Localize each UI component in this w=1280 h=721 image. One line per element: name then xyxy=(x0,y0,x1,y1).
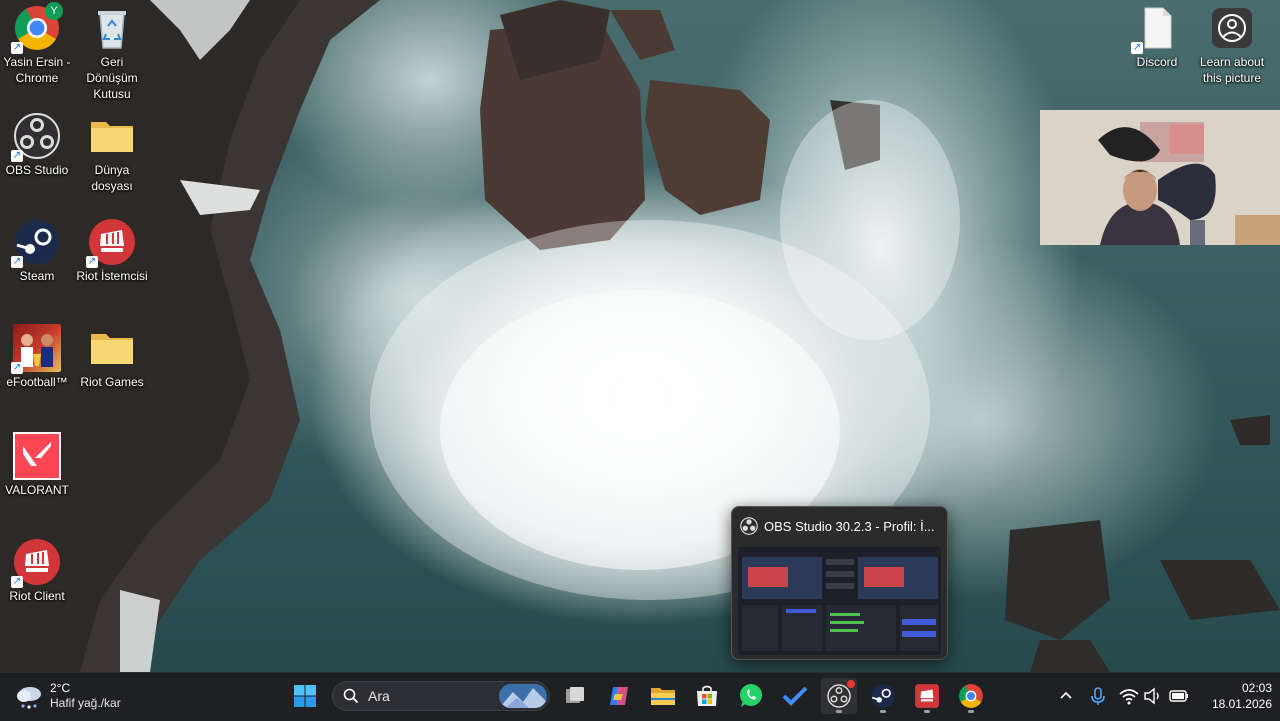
obs-preview-title: OBS Studio 30.2.3 - Profil: İ... xyxy=(764,518,935,534)
desktop-icon-folder[interactable]: Dünya dosyası xyxy=(74,112,150,194)
obs-icon xyxy=(827,684,851,708)
desktop-wallpaper xyxy=(0,0,1280,672)
whatsapp-icon xyxy=(740,684,762,707)
taskbar-task-view[interactable] xyxy=(557,678,593,714)
desktop-icon-label: Riot Client xyxy=(9,589,65,603)
profile-badge: Y xyxy=(45,2,63,20)
desktop-icon-label: Yasin Ersin - Chrome xyxy=(3,55,71,85)
taskbar-microsoft-store[interactable] xyxy=(689,678,725,714)
wifi-icon[interactable] xyxy=(1118,684,1140,708)
windows-start-icon xyxy=(294,685,316,707)
desktop-icon-valorant[interactable]: VALORANT xyxy=(0,432,75,498)
desktop-icon-label: Geri Dönüşüm Kutusu xyxy=(86,55,138,101)
recording-indicator-icon xyxy=(847,680,855,688)
battery-icon[interactable] xyxy=(1168,684,1190,708)
desktop-icon-label: Riot İstemcisi xyxy=(76,269,148,283)
weather-temp: 2°C xyxy=(50,681,71,695)
obs-icon xyxy=(740,517,758,535)
desktop-icon-label: eFootball™ xyxy=(6,375,68,389)
recycle-bin-icon xyxy=(88,4,136,52)
desktop-icon-obs[interactable]: ↗ OBS Studio xyxy=(0,112,75,178)
obs-preview-titlebar: OBS Studio 30.2.3 - Profil: İ... xyxy=(732,507,947,545)
shortcut-arrow-icon: ↗ xyxy=(11,42,23,54)
copilot-icon xyxy=(610,687,628,705)
desktop-icon-chrome-profile[interactable]: Y ↗ Yasin Ersin - Chrome xyxy=(0,2,75,86)
running-indicator xyxy=(968,710,974,713)
clock[interactable]: 02:03 18.01.2026 xyxy=(1192,680,1272,712)
desktop-icon-efootball[interactable]: ↗ eFootball™ xyxy=(0,324,75,390)
riot-icon: ↗ xyxy=(86,218,136,268)
obs-window-thumbnail xyxy=(738,547,941,655)
microphone-icon[interactable] xyxy=(1086,684,1110,708)
desktop-icon-label: Dünya dosyası xyxy=(91,163,133,193)
file-icon: ↗ xyxy=(1131,4,1181,54)
valorant-icon xyxy=(13,432,61,480)
efootball-icon: ↗ xyxy=(11,324,61,374)
clock-date: 18.01.2026 xyxy=(1211,697,1272,711)
taskbar-whatsapp[interactable] xyxy=(733,678,769,714)
task-view-icon xyxy=(566,687,584,703)
weather-widget[interactable]: 2°C Hafif yağ./kar xyxy=(14,677,121,715)
desktop-icon-label: Steam xyxy=(19,269,55,283)
weather-snow-icon xyxy=(14,682,44,710)
desktop-icon-riot-client[interactable]: ↗ Riot Client xyxy=(0,538,75,604)
clock-time: 02:03 xyxy=(1241,681,1272,695)
webcam-overlay xyxy=(1040,110,1280,245)
running-indicator xyxy=(880,710,886,713)
system-tray xyxy=(1054,672,1190,720)
desktop-icon-label: Riot Games xyxy=(80,375,144,389)
weather-condition: Hafif yağ./kar xyxy=(50,696,121,710)
riot-icon xyxy=(915,684,939,708)
taskbar-obs-studio[interactable] xyxy=(821,678,857,714)
taskbar-steam[interactable] xyxy=(865,678,901,714)
store-icon xyxy=(697,685,717,706)
shortcut-arrow-icon: ↗ xyxy=(86,256,98,268)
steam-icon xyxy=(871,684,895,708)
shortcut-arrow-icon: ↗ xyxy=(11,576,23,588)
running-indicator xyxy=(924,710,930,713)
taskbar-search[interactable]: Ara xyxy=(332,681,550,711)
chrome-icon xyxy=(959,684,983,708)
taskbar-todo[interactable] xyxy=(777,678,813,714)
checkmark-icon xyxy=(782,686,808,706)
desktop-icon-label: OBS Studio xyxy=(5,163,69,177)
running-indicator xyxy=(836,710,842,713)
chevron-up-icon[interactable] xyxy=(1054,684,1078,708)
desktop-icon-riot-istemcisi[interactable]: ↗ Riot İstemcisi xyxy=(74,218,150,284)
riot-icon: ↗ xyxy=(11,538,61,588)
desktop-icon-recycle-bin[interactable]: Geri Dönüşüm Kutusu xyxy=(74,4,150,102)
search-icon xyxy=(343,688,359,704)
search-highlight-image xyxy=(499,684,547,708)
steam-icon: ↗ xyxy=(11,218,61,268)
taskbar-copilot[interactable] xyxy=(601,678,637,714)
desktop-icon-label: Discord xyxy=(1136,55,1178,69)
shortcut-arrow-icon: ↗ xyxy=(1131,42,1143,54)
webcam-feed-image xyxy=(1040,110,1280,245)
desktop-icon-label: Learn about this picture xyxy=(1199,55,1265,85)
desktop-icon-label: VALORANT xyxy=(5,483,69,497)
learn-picture-icon xyxy=(1208,4,1256,52)
shortcut-arrow-icon: ↗ xyxy=(11,256,23,268)
shortcut-arrow-icon: ↗ xyxy=(11,362,23,374)
shortcut-arrow-icon: ↗ xyxy=(11,150,23,162)
desktop-icon-steam[interactable]: ↗ Steam xyxy=(0,218,75,284)
search-placeholder: Ara xyxy=(368,688,390,704)
volume-icon[interactable] xyxy=(1142,684,1164,708)
obs-taskbar-preview[interactable]: OBS Studio 30.2.3 - Profil: İ... xyxy=(731,506,948,660)
taskbar-chrome[interactable] xyxy=(953,678,989,714)
obs-icon: ↗ xyxy=(11,112,61,162)
start-button[interactable] xyxy=(287,678,323,714)
folder-icon xyxy=(88,324,136,372)
folder-icon xyxy=(651,688,675,705)
waterfall-scenery xyxy=(0,0,1280,672)
desktop-icon-learn-about-picture[interactable]: Learn about this picture xyxy=(1194,4,1270,86)
chrome-profile-icon: Y ↗ xyxy=(11,2,63,54)
folder-icon xyxy=(88,112,136,160)
taskbar-file-explorer[interactable] xyxy=(645,678,681,714)
desktop-icon-discord[interactable]: ↗ Discord xyxy=(1119,4,1195,70)
taskbar-riot-client[interactable] xyxy=(909,678,945,714)
desktop-icon-riot-games-folder[interactable]: Riot Games xyxy=(74,324,150,390)
